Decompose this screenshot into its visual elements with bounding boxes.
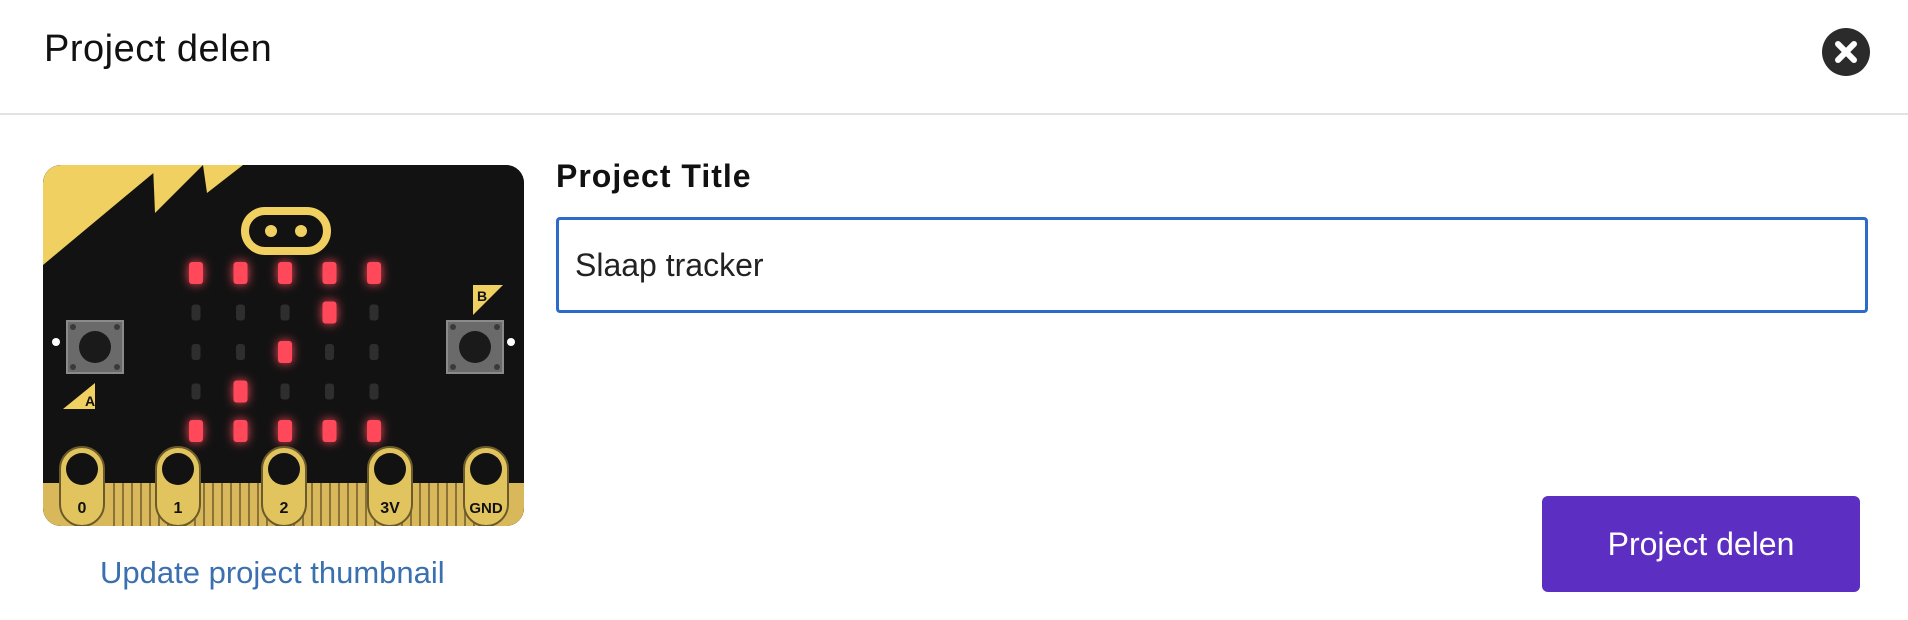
pin-label: 0 <box>78 500 87 517</box>
connector-strip <box>248 483 250 526</box>
connector-strip <box>230 483 232 526</box>
led-off <box>369 344 379 360</box>
led-on <box>233 262 248 284</box>
led-off <box>280 304 290 321</box>
pin-label: GND <box>469 500 503 517</box>
connector-strip <box>203 483 205 526</box>
connector-strip <box>320 483 322 526</box>
pin-label: 2 <box>280 500 289 517</box>
led-on <box>278 262 292 284</box>
connector-strip <box>356 483 358 526</box>
pin-hole <box>470 453 502 485</box>
led-on <box>278 341 292 363</box>
led-off <box>236 344 245 360</box>
led-on <box>189 420 203 442</box>
connector-strip <box>149 483 151 526</box>
connector-strip <box>257 483 259 526</box>
pin-hole <box>374 453 406 485</box>
connector-strip <box>455 483 457 526</box>
button-b-label: B <box>477 288 487 304</box>
led-on <box>278 420 292 442</box>
led-off <box>191 304 201 321</box>
led-off <box>325 383 334 400</box>
pin-hole <box>66 453 98 485</box>
dialog-title: Project delen <box>44 28 273 70</box>
connector-strip <box>428 483 430 526</box>
close-icon <box>1835 41 1857 63</box>
led-off <box>369 304 379 321</box>
led-on <box>322 301 337 324</box>
close-button[interactable] <box>1822 28 1870 76</box>
led-off <box>191 383 201 400</box>
led-on <box>233 380 248 403</box>
connector-strip <box>239 483 241 526</box>
led-off <box>369 383 379 400</box>
share-project-button[interactable]: Project delen <box>1542 496 1860 592</box>
led-off <box>236 304 245 321</box>
connector-strip <box>212 483 214 526</box>
led-on <box>367 262 381 284</box>
led-off <box>191 344 201 360</box>
connector-strip <box>329 483 331 526</box>
project-title-input[interactable] <box>556 217 1868 313</box>
dialog-header: Project delen <box>0 0 1908 115</box>
connector-strip <box>221 483 223 526</box>
led-on <box>367 420 381 442</box>
led-on <box>322 420 337 442</box>
connector-strip <box>437 483 439 526</box>
connector-strip <box>131 483 133 526</box>
led-off <box>325 344 334 360</box>
led-on <box>189 262 203 284</box>
connector-strip <box>365 483 367 526</box>
connector-strip <box>446 483 448 526</box>
connector-strip <box>140 483 142 526</box>
connector-strip <box>347 483 349 526</box>
connector-strip <box>311 483 313 526</box>
pin-label: 1 <box>174 500 183 517</box>
connector-strip <box>419 483 421 526</box>
pin-hole <box>162 453 194 485</box>
led-on <box>233 420 248 442</box>
pin-label: 3V <box>380 500 400 517</box>
connector-strip <box>122 483 124 526</box>
connector-strip <box>113 483 115 526</box>
project-thumbnail: A B 0 1 2 3V GND <box>43 165 524 526</box>
microbit-board-image: A B 0 1 2 3V GND <box>43 165 524 526</box>
update-thumbnail-link[interactable]: Update project thumbnail <box>100 555 445 591</box>
connector-strip <box>338 483 340 526</box>
project-title-label: Project Title <box>556 158 752 194</box>
button-a-label: A <box>85 393 95 409</box>
led-on <box>322 262 337 284</box>
led-off <box>280 383 290 400</box>
pin-hole <box>268 453 300 485</box>
